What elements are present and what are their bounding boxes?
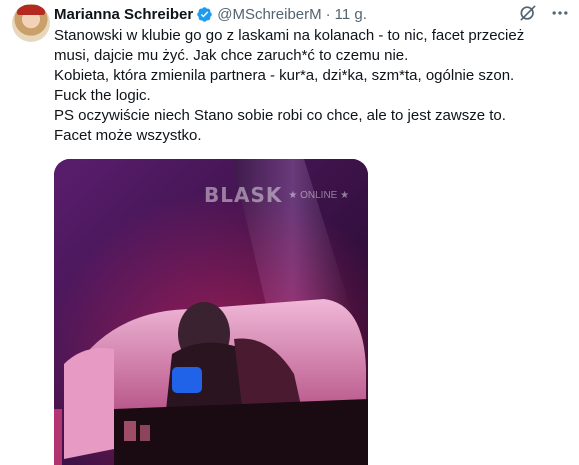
tweet-text-line: musi, dajcie mu żyć. Jak chce zaruch*ć t… [54, 47, 409, 64]
verified-badge-icon [196, 6, 213, 23]
tweet-text-line: PS oczywiście niech Stano sobie robi co … [54, 107, 506, 124]
tweet: Marianna Schreiber @MSchreiberM · 11 g. [0, 0, 579, 465]
avatar[interactable] [12, 4, 50, 42]
tweet-text-line: Kobieta, która zmienila partnera - kur*a… [54, 67, 515, 84]
tweet-photo[interactable]: BLASK ★ ONLINE ★ [54, 159, 368, 465]
avatar-hat [17, 5, 45, 15]
tweet-text-line: Facet może wszystko. [54, 127, 202, 144]
author-name[interactable]: Marianna Schreiber [54, 6, 193, 23]
author-handle[interactable]: @MSchreiberM [217, 6, 321, 23]
tweet-text: Stanowski w klubie go go z laskami na ko… [54, 26, 559, 146]
tweet-header: Marianna Schreiber @MSchreiberM · 11 g. [54, 4, 367, 24]
watermark-brand: BLASK [204, 183, 283, 207]
tweet-actions [507, 2, 571, 24]
photo-watermark: BLASK ★ ONLINE ★ [204, 183, 349, 207]
grok-icon[interactable] [517, 2, 539, 24]
watermark-tag: ★ ONLINE ★ [288, 189, 350, 201]
tweet-time[interactable]: 11 g. [335, 6, 367, 23]
separator-dot: · [325, 5, 331, 23]
tweet-text-line: Fuck the logic. [54, 87, 151, 104]
more-options-icon[interactable] [549, 2, 571, 24]
tweet-text-line: Stanowski w klubie go go z laskami na ko… [54, 27, 525, 44]
